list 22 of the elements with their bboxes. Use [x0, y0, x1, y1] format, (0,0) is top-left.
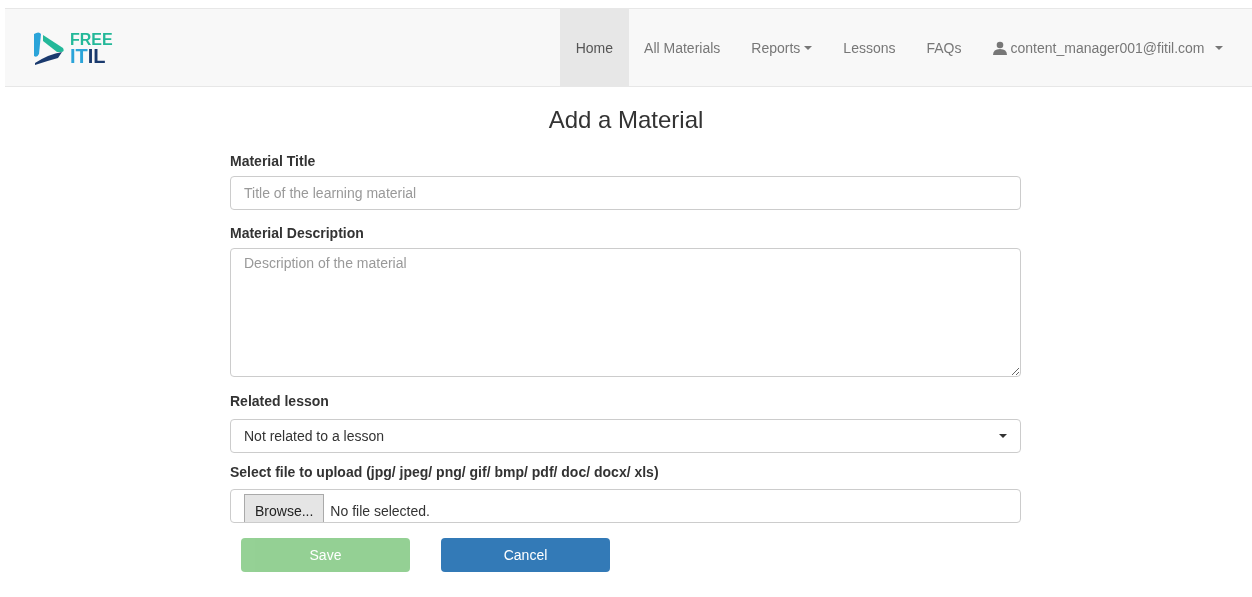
page-title: Add a Material: [547, 107, 705, 133]
field-label: Material Title: [230, 153, 317, 169]
browse-button[interactable]: Browse...: [244, 494, 325, 522]
nav-link[interactable]: Home: [560, 9, 629, 86]
lesson-select[interactable]: Not related to a lesson: [230, 419, 1021, 453]
user-icon: [992, 40, 1007, 55]
field-label: Select file to upload (jpg/ jpeg/ png/ gif/ bmp/ pdf/ doc/ docx/ xls): [230, 464, 660, 480]
nav-link[interactable]: content_manager001@fitil.com: [977, 9, 1238, 86]
field-label: Material Description: [230, 225, 365, 241]
nav-link[interactable]: Reports: [735, 9, 828, 86]
nav-link[interactable]: FAQs: [911, 9, 977, 86]
nav-link[interactable]: Lessons: [827, 9, 911, 86]
nav-link[interactable]: All Materials: [628, 9, 736, 86]
file-status: No file selected.: [329, 503, 430, 521]
cancel-button[interactable]: Cancel: [441, 538, 610, 572]
file-input[interactable]: Browse... No file selected.: [230, 489, 1021, 523]
description-textarea[interactable]: Description of the material: [230, 248, 1021, 377]
caret-icon: [1214, 45, 1223, 50]
caret-icon: [999, 434, 1007, 438]
field-label: Related lesson: [230, 393, 330, 409]
caret-icon: [804, 45, 813, 50]
title-input[interactable]: Title of the learning material: [230, 176, 1021, 210]
